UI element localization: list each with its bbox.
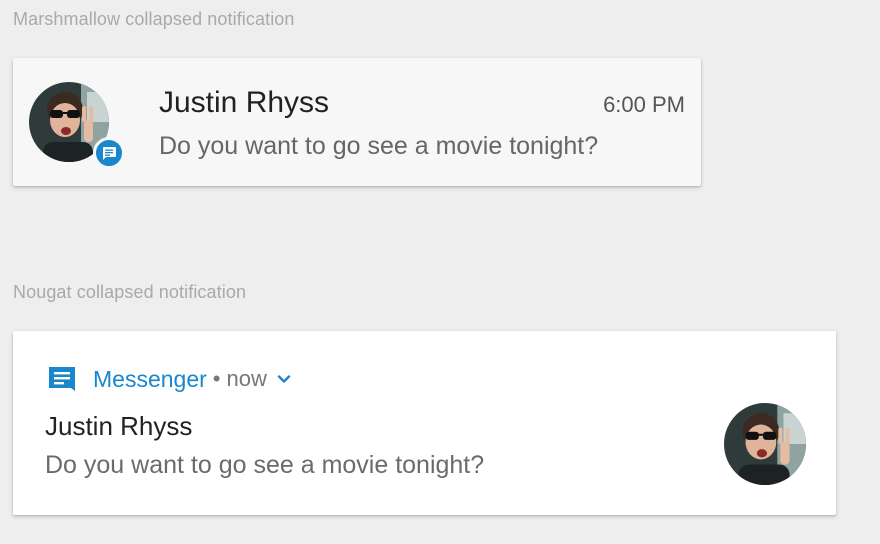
chevron-down-icon[interactable] [275, 370, 293, 388]
message-badge [93, 137, 125, 169]
notification-text: Do you want to go see a movie tonight? [159, 132, 599, 160]
marshmallow-section-label: Marshmallow collapsed notification [13, 9, 295, 29]
marshmallow-notification[interactable]: Justin Rhyss 6:00 PM Do you want to go s… [13, 58, 701, 186]
notification-timestamp: now [226, 366, 267, 391]
notification-comparison: Marshmallow collapsed notification Justi… [0, 0, 880, 544]
message-icon [103, 147, 116, 160]
avatar-photo [724, 403, 806, 485]
messenger-icon [49, 367, 75, 391]
notification-header: Messenger • now [47, 365, 293, 393]
nougat-section-label: Nougat collapsed notification [13, 282, 247, 302]
notification-text: Do you want to go see a movie tonight? [45, 451, 485, 479]
notification-title: Justin Rhyss [159, 86, 330, 119]
notification-time: 6:00 PM [603, 92, 685, 117]
notification-title: Justin Rhyss [45, 411, 193, 441]
contact-avatar [724, 403, 806, 485]
nougat-notification[interactable]: Messenger • now Justin Rhyss Do you want… [13, 331, 836, 515]
app-name: Messenger [93, 365, 207, 392]
header-separator: • [212, 366, 221, 391]
